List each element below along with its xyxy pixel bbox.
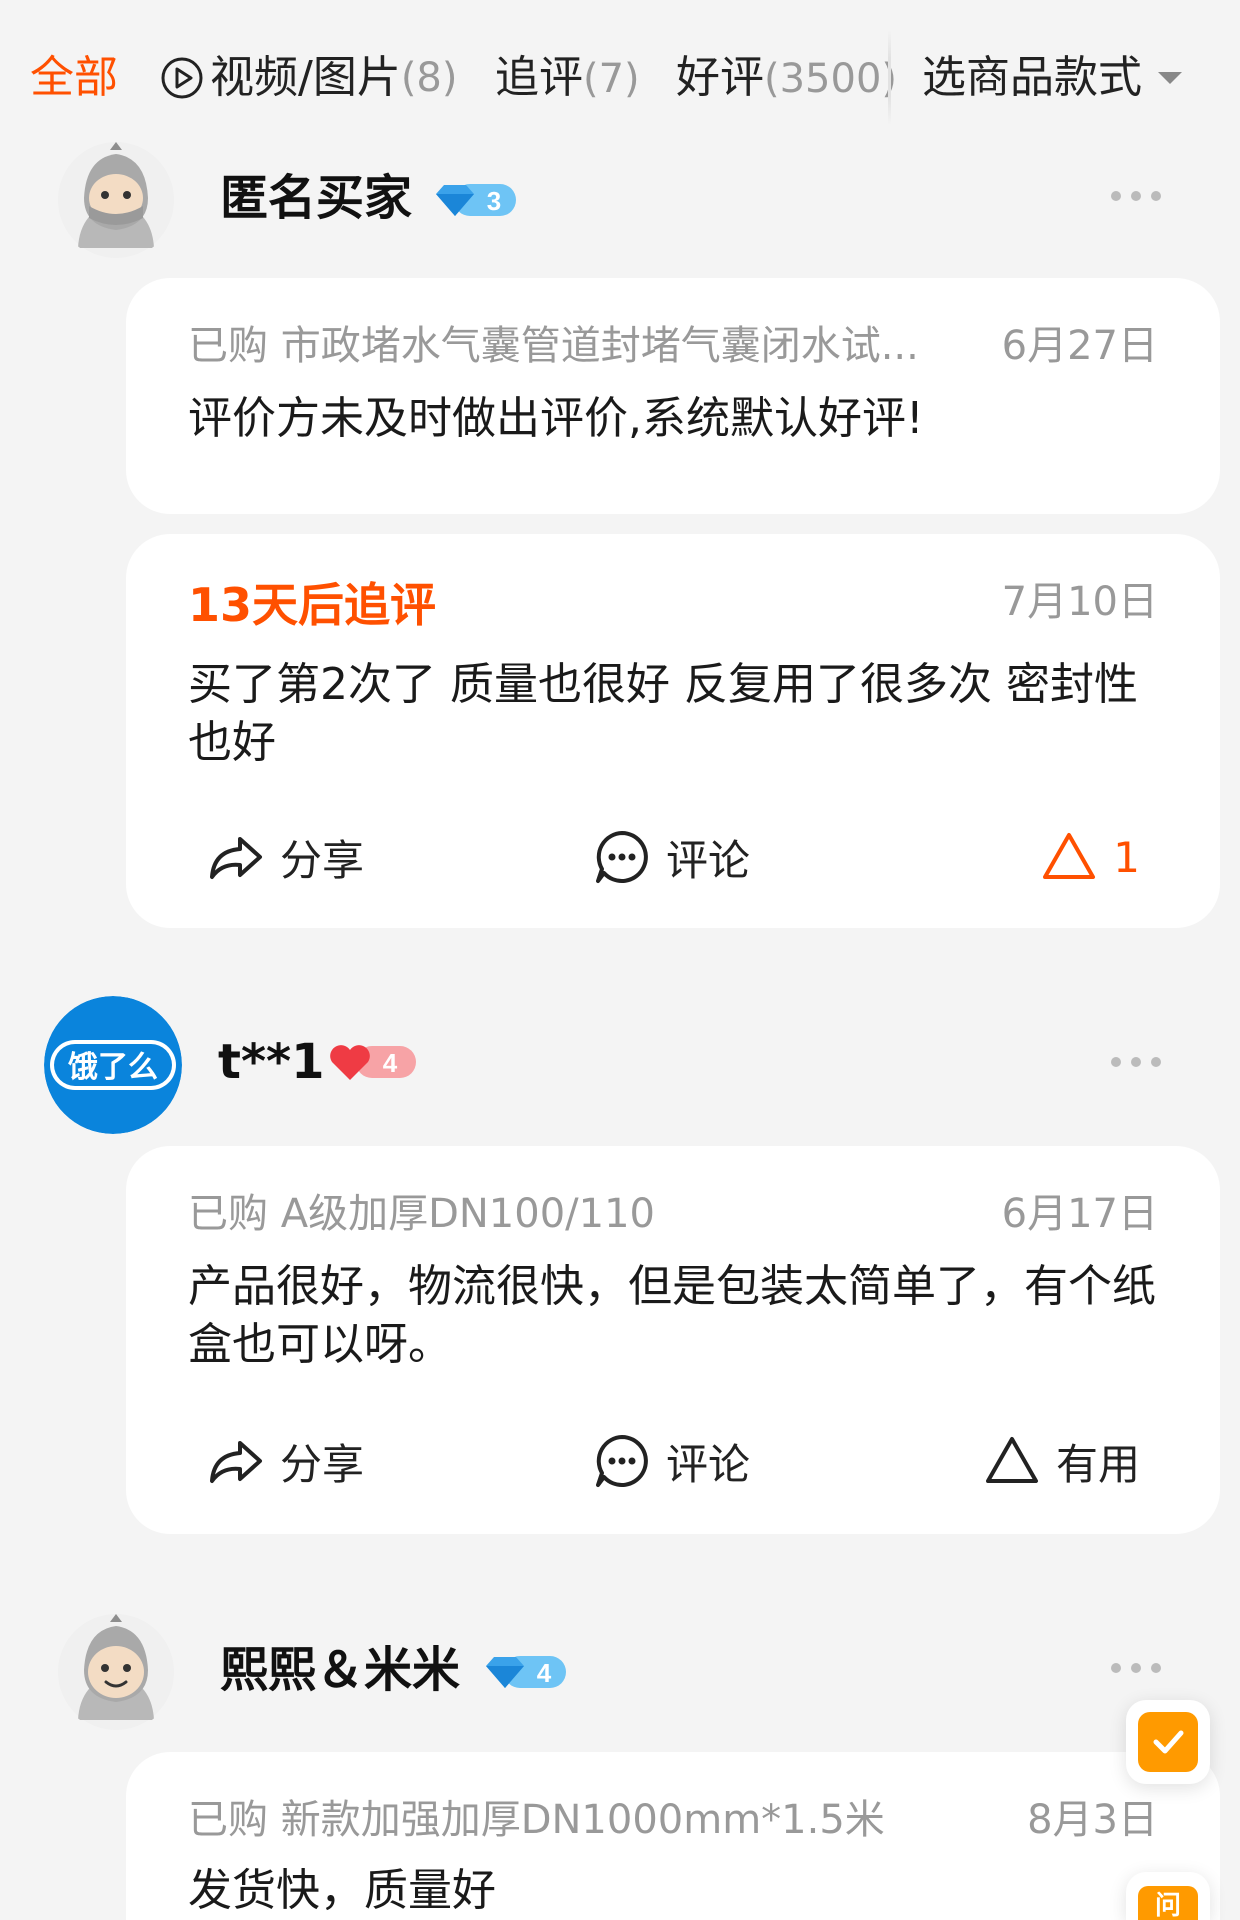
tab-video-label: 视频/图片 xyxy=(210,52,401,103)
level-number: 4 xyxy=(383,1048,398,1078)
followup-meta: 7月10日 xyxy=(1002,576,1158,628)
comment-label: 评论 xyxy=(666,1439,751,1489)
followup-title: 13天后追评 xyxy=(188,578,437,632)
play-icon xyxy=(161,57,203,99)
review-actions: 分享 评论 有用 xyxy=(206,1426,1140,1496)
tab-followup[interactable]: 追评(7) xyxy=(495,48,640,109)
more-options-icon[interactable] xyxy=(1110,1662,1162,1674)
checkmark-icon xyxy=(1138,1712,1198,1772)
tab-followup-label: 追评 xyxy=(495,52,583,103)
tab-followup-count: (7) xyxy=(583,56,640,102)
useful-triangle-icon xyxy=(985,1437,1038,1483)
comment-button[interactable]: 评论 xyxy=(592,1426,750,1496)
heart-level-badge: 4 xyxy=(330,1045,416,1080)
review-date: 6月17日 xyxy=(1001,1191,1158,1237)
review-date: 6月27日 xyxy=(1001,323,1158,369)
useful-count: 1 xyxy=(1113,832,1140,882)
review-card: 已购 新款加强加厚DN1000mm*1.5米 8月3日 发货快，质量好 xyxy=(126,1752,1220,1920)
followup-card: 13天后追评 7月10日 买了第2次了 质量也很好 反复用了很多次 密封性也好 … xyxy=(126,534,1220,928)
review-text: 发货快，质量好 xyxy=(188,1865,496,1916)
reviewer-name[interactable]: t**1 xyxy=(218,1032,325,1092)
review-card: 已购 市政堵水气囊管道封堵气囊闭水试... 6月27日 评价方未及时做出评价,系… xyxy=(126,278,1220,514)
level-number: 3 xyxy=(487,186,501,216)
reviewer-header: 饿了么 t**1 4 xyxy=(0,996,1240,1134)
avatar-logo-text: 饿了么 xyxy=(68,1050,158,1085)
useful-button[interactable]: 有用 xyxy=(982,1426,1140,1496)
tab-divider xyxy=(888,30,891,125)
comment-label: 评论 xyxy=(666,835,751,885)
caret-down-icon xyxy=(1158,72,1182,84)
review-text: 评价方未及时做出评价,系统默认好评! xyxy=(188,393,924,444)
purchased-item: 已购 新款加强加厚DN1000mm*1.5米 xyxy=(188,1797,885,1843)
anonymous-avatar[interactable] xyxy=(56,140,176,260)
purchase-meta: 已购 新款加强加厚DN1000mm*1.5米 8月3日 xyxy=(188,1794,1158,1846)
followup-text: 买了第2次了 质量也很好 反复用了很多次 密封性也好 xyxy=(188,659,1138,768)
review-card: 已购 A级加厚DN100/110 6月17日 产品很好，物流很快，但是包装太简单… xyxy=(126,1146,1220,1534)
floating-ask-button[interactable]: 问 xyxy=(1126,1872,1210,1920)
purchased-item: 已购 A级加厚DN100/110 xyxy=(188,1191,655,1237)
share-label: 分享 xyxy=(280,835,365,885)
reviewer-header: 熙熙＆米米 4 xyxy=(0,1612,1240,1742)
comment-button[interactable]: 评论 xyxy=(592,822,750,892)
followup-date: 7月10日 xyxy=(1001,579,1158,625)
reviewer-avatar[interactable]: 饿了么 xyxy=(44,996,182,1134)
tab-good-count: (3500) xyxy=(764,56,898,102)
select-product-style[interactable]: 选商品款式 xyxy=(922,48,1182,108)
review-filter-bar: 全部 视频/图片 (8) 追评(7) 好评(3500) 选商品款式 xyxy=(0,0,1240,140)
tab-good-label: 好评 xyxy=(676,52,764,103)
tab-good-reviews[interactable]: 好评(3500) xyxy=(676,48,897,109)
share-icon xyxy=(210,1441,262,1483)
more-options-icon[interactable] xyxy=(1110,1056,1162,1068)
reviewer-name[interactable]: 熙熙＆米米 xyxy=(220,1640,460,1700)
diamond-level-badge: 4 xyxy=(486,1656,566,1688)
comment-icon xyxy=(596,1435,648,1487)
useful-label: 有用 xyxy=(1055,1439,1140,1489)
share-icon xyxy=(210,837,262,879)
tab-video-count: (8) xyxy=(400,55,458,101)
floating-checklist-button[interactable] xyxy=(1126,1700,1210,1784)
level-number: 4 xyxy=(537,1658,552,1688)
reviewer-header: 匿名买家 3 xyxy=(0,140,1240,270)
tab-all[interactable]: 全部 xyxy=(30,48,118,108)
useful-triangle-icon xyxy=(1043,833,1096,879)
share-label: 分享 xyxy=(280,1439,365,1489)
comment-icon xyxy=(596,831,648,883)
select-style-label: 选商品款式 xyxy=(922,52,1142,103)
purchase-meta: 已购 市政堵水气囊管道封堵气囊闭水试... 6月27日 xyxy=(188,320,1158,372)
share-button[interactable]: 分享 xyxy=(206,822,364,892)
purchased-item: 已购 市政堵水气囊管道封堵气囊闭水试... xyxy=(188,323,919,369)
anonymous-avatar[interactable] xyxy=(56,1612,176,1732)
tab-video-images[interactable]: 视频/图片 (8) xyxy=(160,48,458,108)
reviewer-name[interactable]: 匿名买家 xyxy=(220,168,412,228)
review-actions: 分享 评论 1 xyxy=(206,822,1140,892)
more-options-icon[interactable] xyxy=(1110,190,1162,202)
purchase-meta: 已购 A级加厚DN100/110 6月17日 xyxy=(188,1188,1158,1240)
share-button[interactable]: 分享 xyxy=(206,1426,364,1496)
diamond-level-badge: 3 xyxy=(436,184,516,216)
review-date: 8月3日 xyxy=(1027,1797,1158,1843)
ask-label: 问 xyxy=(1138,1886,1198,1920)
useful-button[interactable]: 1 xyxy=(1039,822,1140,892)
review-text: 产品很好，物流很快，但是包装太简单了，有个纸盒也可以呀。 xyxy=(188,1261,1156,1370)
